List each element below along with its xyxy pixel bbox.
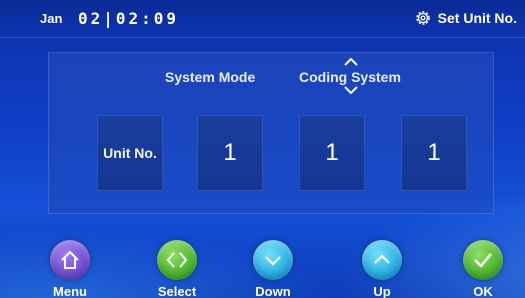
- clock-display: 02|02:09: [78, 9, 180, 28]
- down-button-label: Down: [255, 284, 291, 298]
- left-right-diamond-icon: [166, 252, 188, 268]
- down-button-circle[interactable]: [253, 240, 293, 280]
- month-label: Jan: [40, 11, 63, 26]
- down-button[interactable]: Down: [241, 240, 305, 298]
- up-button-label: Up: [373, 284, 391, 298]
- unit-number-panel: System Mode Coding System Unit No. 1 1 1: [48, 52, 494, 214]
- ok-button[interactable]: OK: [451, 240, 515, 298]
- hvac-controller-screen: Jan 02|02:09 Set Unit No. System Mode Co…: [0, 0, 525, 298]
- ok-button-circle[interactable]: [463, 240, 503, 280]
- select-button[interactable]: Select: [145, 240, 209, 298]
- up-button-circle[interactable]: [362, 240, 402, 280]
- system-mode-header: System Mode: [165, 69, 256, 85]
- menu-button-circle[interactable]: [50, 240, 90, 280]
- unit-value-cell-3[interactable]: 1: [401, 115, 467, 191]
- unit-no-label-cell: Unit No.: [97, 115, 163, 191]
- unit-no-label: Unit No.: [103, 145, 157, 161]
- unit-value-1: 1: [223, 139, 237, 166]
- unit-value-3: 1: [427, 139, 441, 166]
- checkmark-icon: [474, 253, 492, 268]
- coding-system-header: Coding System: [299, 69, 401, 85]
- select-button-label: Select: [157, 284, 197, 298]
- chevron-up-icon[interactable]: [344, 58, 358, 66]
- chevron-up-icon: [374, 254, 390, 264]
- select-button-circle[interactable]: [157, 240, 197, 280]
- ok-button-label: OK: [473, 284, 493, 298]
- unit-value-cell-1[interactable]: 1: [197, 115, 263, 191]
- chevron-down-icon: [265, 256, 281, 266]
- gear-icon: [415, 11, 430, 25]
- screen-title: Set Unit No.: [437, 10, 517, 26]
- screen-title-group: Set Unit No.: [414, 9, 517, 27]
- status-bar: Jan 02|02:09 Set Unit No.: [0, 0, 525, 38]
- menu-button[interactable]: Menu: [38, 240, 102, 298]
- up-button[interactable]: Up: [350, 240, 414, 298]
- button-bar: Menu Select Down Up OK: [0, 232, 525, 298]
- home-icon: [61, 250, 79, 269]
- unit-value-2: 1: [325, 139, 339, 166]
- menu-button-label: Menu: [53, 284, 87, 298]
- unit-value-cell-2[interactable]: 1: [299, 115, 365, 191]
- chevron-down-icon[interactable]: [344, 86, 358, 94]
